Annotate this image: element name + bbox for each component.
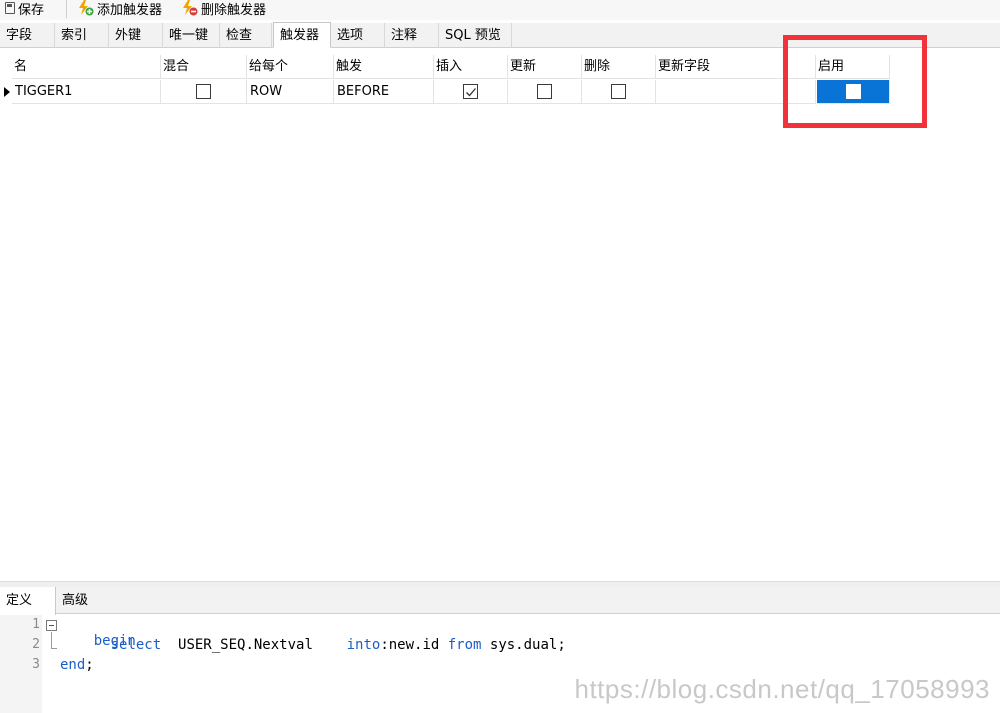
cell-insert[interactable] [434, 80, 508, 104]
add-trigger-icon [78, 0, 94, 16]
code-line-2: select USER_SEQ.Nextval into:new.id from… [60, 637, 566, 653]
tab-options[interactable]: 选项 [331, 23, 385, 48]
tab-foreign-keys[interactable]: 外键 [109, 23, 163, 48]
code-text: sys.dual; [481, 637, 566, 653]
current-row-marker-icon [4, 87, 10, 97]
column-header-for-each[interactable]: 给每个 [247, 55, 334, 79]
mixed-checkbox[interactable] [196, 84, 211, 99]
toolbar-separator [66, 0, 67, 18]
save-label: 保存 [18, 2, 45, 18]
column-header-name[interactable]: 名 [12, 55, 161, 79]
code-text: :new.id [380, 637, 448, 653]
add-trigger-button[interactable]: 添加触发器 [78, 0, 162, 18]
delete-trigger-button[interactable]: 删除触发器 [182, 0, 266, 18]
cell-mixed[interactable] [161, 80, 247, 104]
fold-toggle-icon[interactable] [46, 620, 57, 631]
line-number: 3 [32, 657, 40, 672]
add-trigger-label: 添加触发器 [97, 2, 163, 18]
bottom-tab-bar: 定义 高级 [0, 587, 1000, 615]
watermark: https://blog.csdn.net/qq_17058993 [574, 674, 990, 704]
column-header-fire[interactable]: 触发 [334, 55, 434, 79]
cell-name[interactable]: TIGGER1 [12, 80, 161, 104]
code-text: USER_SEQ.Nextval [161, 637, 347, 653]
keyword: end [60, 657, 86, 673]
check-icon [465, 87, 476, 96]
insert-checkbox[interactable] [463, 84, 478, 99]
keyword: from [447, 637, 482, 653]
tab-definition[interactable]: 定义 [0, 587, 56, 615]
tab-advanced[interactable]: 高级 [56, 587, 108, 614]
keyword: into [346, 637, 381, 653]
line-number: 2 [32, 637, 40, 652]
code-text: ; [85, 657, 94, 673]
fold-guide [51, 632, 52, 649]
column-header-insert[interactable]: 插入 [434, 55, 508, 79]
tab-comments[interactable]: 注释 [385, 23, 439, 48]
column-header-delete[interactable]: 删除 [582, 55, 656, 79]
cell-delete[interactable] [582, 80, 656, 104]
highlight-annotation-box [783, 35, 927, 128]
tab-indexes[interactable]: 索引 [55, 23, 109, 48]
delete-checkbox[interactable] [611, 84, 626, 99]
line-number: 1 [32, 617, 40, 632]
code-line-3: end; [60, 657, 94, 673]
save-icon [5, 2, 15, 14]
cell-fire[interactable]: BEFORE [334, 80, 434, 104]
tab-triggers[interactable]: 触发器 [273, 22, 331, 48]
cell-update[interactable] [508, 80, 582, 104]
column-header-mixed[interactable]: 混合 [161, 55, 247, 79]
save-button[interactable]: 保存 [5, 0, 44, 18]
toolbar: 保存 添加触发器 删除触发器 [0, 0, 1000, 20]
tab-unique-keys[interactable]: 唯一键 [163, 23, 220, 48]
update-checkbox[interactable] [537, 84, 552, 99]
tab-sql-preview[interactable]: SQL 预览 [439, 23, 512, 48]
keyword: select [110, 637, 162, 653]
tab-fields[interactable]: 字段 [0, 23, 55, 48]
delete-trigger-icon [182, 0, 198, 16]
column-header-update[interactable]: 更新 [508, 55, 582, 79]
delete-trigger-label: 删除触发器 [201, 2, 267, 18]
line-number-gutter: 1 2 3 [0, 615, 42, 713]
tab-checks[interactable]: 检查 [220, 23, 272, 48]
cell-for-each[interactable]: ROW [247, 80, 334, 104]
fold-guide-end [51, 648, 57, 649]
